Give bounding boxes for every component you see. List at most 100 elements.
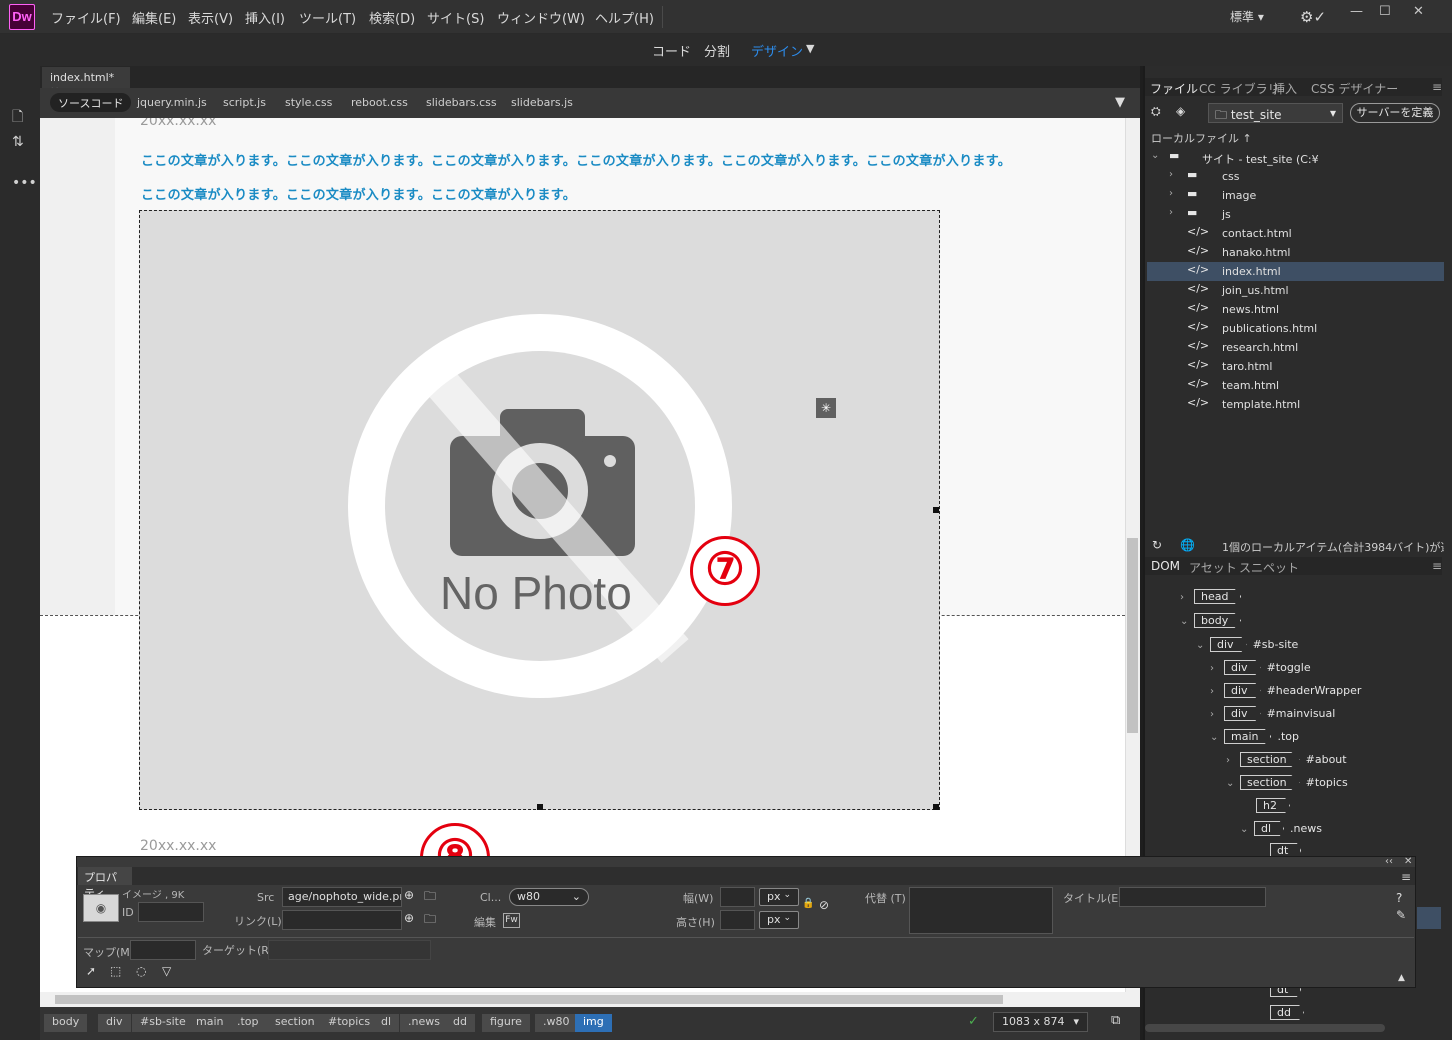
dom-node[interactable]: ⌄ section #topics (1226, 775, 1348, 790)
circle-hotspot-icon[interactable]: ◌ (136, 964, 146, 978)
file-row[interactable]: </> team.html (1147, 376, 1444, 395)
file-row[interactable]: › ▬ css (1147, 167, 1444, 186)
panel-menu-icon[interactable]: ≡ (1401, 870, 1411, 884)
dom-horizontal-scroll-thumb[interactable] (1145, 1024, 1385, 1032)
menu-help[interactable]: ヘルプ(H) (595, 8, 654, 27)
polygon-hotspot-icon[interactable]: ▽ (162, 964, 171, 978)
selected-image[interactable]: No Photo (139, 210, 940, 810)
related-file[interactable]: slidebars.js (511, 96, 573, 109)
file-row[interactable]: </> contact.html (1147, 224, 1444, 243)
collapse-panel-icon[interactable]: ‹‹ (1385, 856, 1393, 867)
chevron-down-icon[interactable]: ⌄ (1240, 824, 1254, 835)
file-row[interactable]: </> hanako.html (1147, 243, 1444, 262)
connect-icon[interactable]: 🌐 (1180, 538, 1195, 552)
resize-handle[interactable] (537, 804, 543, 810)
file-management-icon[interactable]: ⇅ (12, 134, 24, 150)
height-unit-select[interactable]: px ⌄ (759, 911, 799, 929)
chevron-right-icon[interactable]: › (1210, 663, 1224, 674)
tag-crumb[interactable]: #topics (320, 1014, 379, 1032)
menu-insert[interactable]: 挿入(I) (245, 8, 285, 27)
point-to-file-icon[interactable]: ⊕ (404, 888, 414, 902)
chevron-right-icon[interactable]: › (1169, 188, 1173, 199)
rect-hotspot-icon[interactable]: ⬚ (110, 964, 121, 978)
chevron-right-icon[interactable]: › (1180, 592, 1194, 603)
pointer-hotspot-icon[interactable]: ➚ (86, 964, 96, 978)
width-unit-select[interactable]: px ⌄ (759, 888, 799, 906)
chevron-down-icon[interactable]: ▼ (806, 42, 814, 55)
menu-tools[interactable]: ツール(T) (299, 8, 356, 27)
tag-crumb[interactable]: body (44, 1014, 88, 1032)
chevron-right-icon[interactable]: › (1210, 686, 1224, 697)
chevron-right-icon[interactable]: › (1169, 169, 1173, 180)
chevron-down-icon[interactable]: ⌄ (1180, 616, 1194, 627)
tag-crumb[interactable]: figure (482, 1014, 530, 1032)
horizontal-scroll-thumb[interactable] (55, 995, 1003, 1004)
tag-crumb[interactable]: section (267, 1014, 323, 1032)
git-icon[interactable]: ◈ (1176, 104, 1185, 118)
id-field[interactable] (138, 902, 204, 922)
edit-rule-icon[interactable]: ✎ (1396, 908, 1406, 922)
element-anchor-icon[interactable]: ✳ (816, 398, 836, 418)
browse-folder-icon[interactable]: 🗀 (424, 887, 436, 908)
window-size-select[interactable]: 1083 x 874 ▾ (993, 1012, 1088, 1032)
menu-view[interactable]: 表示(V) (188, 8, 233, 27)
file-row[interactable]: </> template.html (1147, 395, 1444, 414)
dom-node[interactable]: › div #headerWrapper (1210, 683, 1361, 698)
resize-handle[interactable] (933, 507, 939, 513)
link-field[interactable] (282, 910, 402, 930)
target-select[interactable] (268, 940, 431, 960)
chevron-down-icon[interactable]: ⌄ (1210, 732, 1224, 743)
file-row[interactable]: </> news.html (1147, 300, 1444, 319)
chevron-right-icon[interactable]: › (1210, 709, 1224, 720)
live-view-icon[interactable]: ⧉ (1111, 1013, 1120, 1028)
properties-tab[interactable]: プロパティ (78, 867, 132, 900)
chevron-down-icon[interactable]: ⌄ (1196, 640, 1210, 651)
menu-find[interactable]: 検索(D) (369, 8, 415, 27)
tab-assets[interactable]: アセット (1189, 559, 1237, 576)
define-server-button[interactable]: サーバーを定義 (1350, 103, 1440, 123)
vertical-scroll-thumb[interactable] (1127, 538, 1138, 733)
tag-crumb[interactable]: main (188, 1014, 232, 1032)
alt-field[interactable] (909, 887, 1053, 934)
menu-file[interactable]: ファイル(F) (51, 8, 121, 27)
workspace-switcher[interactable]: 標準 ▾ (1230, 8, 1264, 25)
more-tools-icon[interactable]: ••• (12, 175, 37, 191)
close-icon[interactable]: ✕ (1404, 856, 1412, 867)
related-file-source-code[interactable]: ソースコード (50, 93, 132, 112)
close-icon[interactable]: ✕ (1413, 4, 1424, 19)
dom-node[interactable]: ⌄ div #sb-site (1196, 637, 1298, 652)
panel-menu-icon[interactable]: ≡ (1432, 559, 1442, 573)
tag-crumb[interactable]: .w80 (535, 1014, 578, 1032)
dom-node[interactable]: h2 (1256, 798, 1296, 813)
dom-node[interactable]: ⌄ dl .news (1240, 821, 1322, 836)
tag-crumb[interactable]: dl (373, 1014, 400, 1032)
tab-cc-libraries[interactable]: CC ライブラリ (1199, 80, 1280, 97)
tab-files[interactable]: ファイル (1150, 80, 1198, 97)
tag-crumb[interactable]: #sb-site (132, 1014, 194, 1032)
related-file[interactable]: jquery.min.js (137, 96, 207, 109)
menu-window[interactable]: ウィンドウ(W) (497, 8, 585, 27)
dom-node[interactable]: ⌄ body (1180, 613, 1247, 628)
dom-node[interactable]: › div #mainvisual (1210, 706, 1335, 721)
manage-site-icon[interactable]: ⛭ (1151, 104, 1161, 119)
related-file[interactable]: slidebars.css (426, 96, 497, 109)
maximize-icon[interactable]: ☐ (1379, 4, 1391, 19)
title-field[interactable] (1119, 887, 1266, 907)
tag-crumb[interactable]: .top (229, 1014, 267, 1032)
refresh-icon[interactable]: ↻ (1152, 538, 1162, 552)
dom-node[interactable]: dd (1270, 1005, 1310, 1020)
file-row[interactable]: </> research.html (1147, 338, 1444, 357)
fireworks-edit-button[interactable]: Fw (503, 913, 520, 928)
tag-crumb[interactable]: dd (445, 1014, 475, 1032)
file-row[interactable]: </> taro.html (1147, 357, 1444, 376)
chevron-down-icon[interactable]: ⌄ (1151, 150, 1159, 161)
tag-crumb-active[interactable]: img (575, 1014, 612, 1032)
chevron-right-icon[interactable]: › (1226, 755, 1240, 766)
dom-node[interactable]: ⌄ main .top (1210, 729, 1299, 744)
dom-node[interactable]: › div #toggle (1210, 660, 1311, 675)
lock-icon[interactable]: 🔒 (802, 898, 814, 909)
site-root-row[interactable]: ⌄ ▬ サイト - test_site (C:¥ (1147, 148, 1444, 167)
height-field[interactable] (720, 910, 755, 930)
view-split-button[interactable]: 分割 (704, 41, 730, 60)
chevron-right-icon[interactable]: › (1169, 207, 1173, 218)
